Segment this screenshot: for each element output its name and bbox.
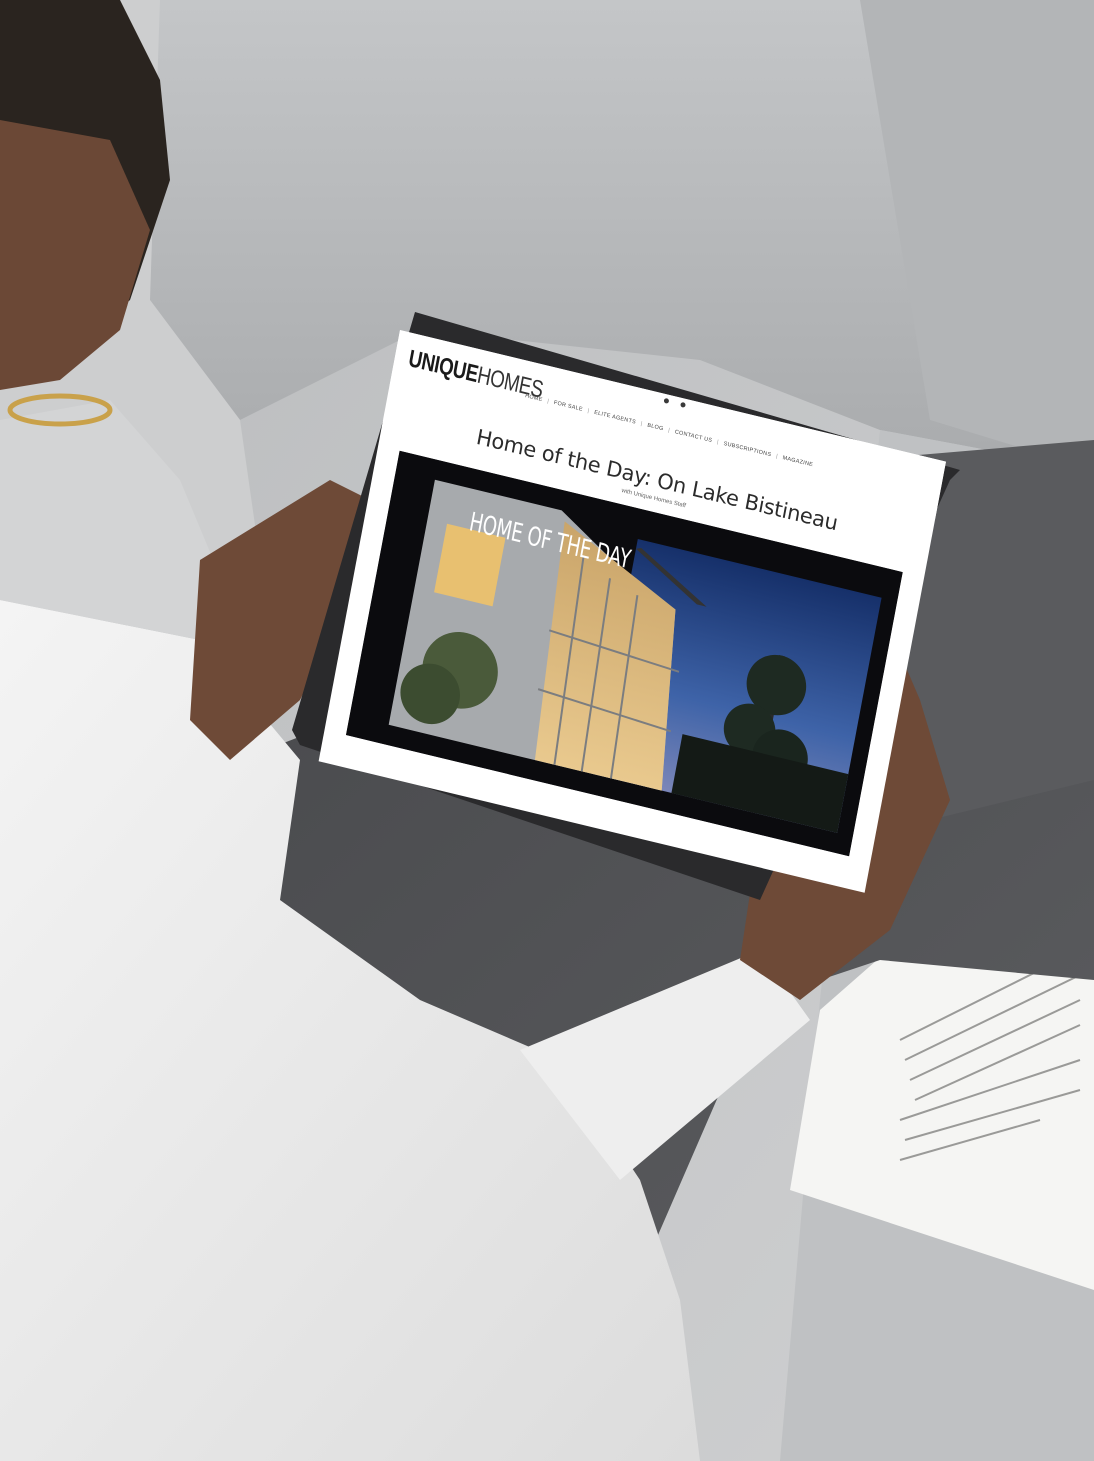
nav-item-for-sale[interactable]: FOR SALE: [553, 400, 583, 413]
nav-item-contact-us[interactable]: CONTACT US: [674, 429, 712, 444]
nav-item-elite-agents[interactable]: ELITE AGENTS: [594, 410, 637, 426]
camera-dots: [663, 397, 686, 408]
logo-bold-text: UNIQUE: [406, 345, 481, 389]
nav-item-blog[interactable]: BLOG: [647, 423, 664, 433]
nav-item-subscriptions[interactable]: SUBSCRIPTIONS: [723, 441, 772, 458]
nav-item-magazine[interactable]: MAGAZINE: [782, 455, 813, 468]
